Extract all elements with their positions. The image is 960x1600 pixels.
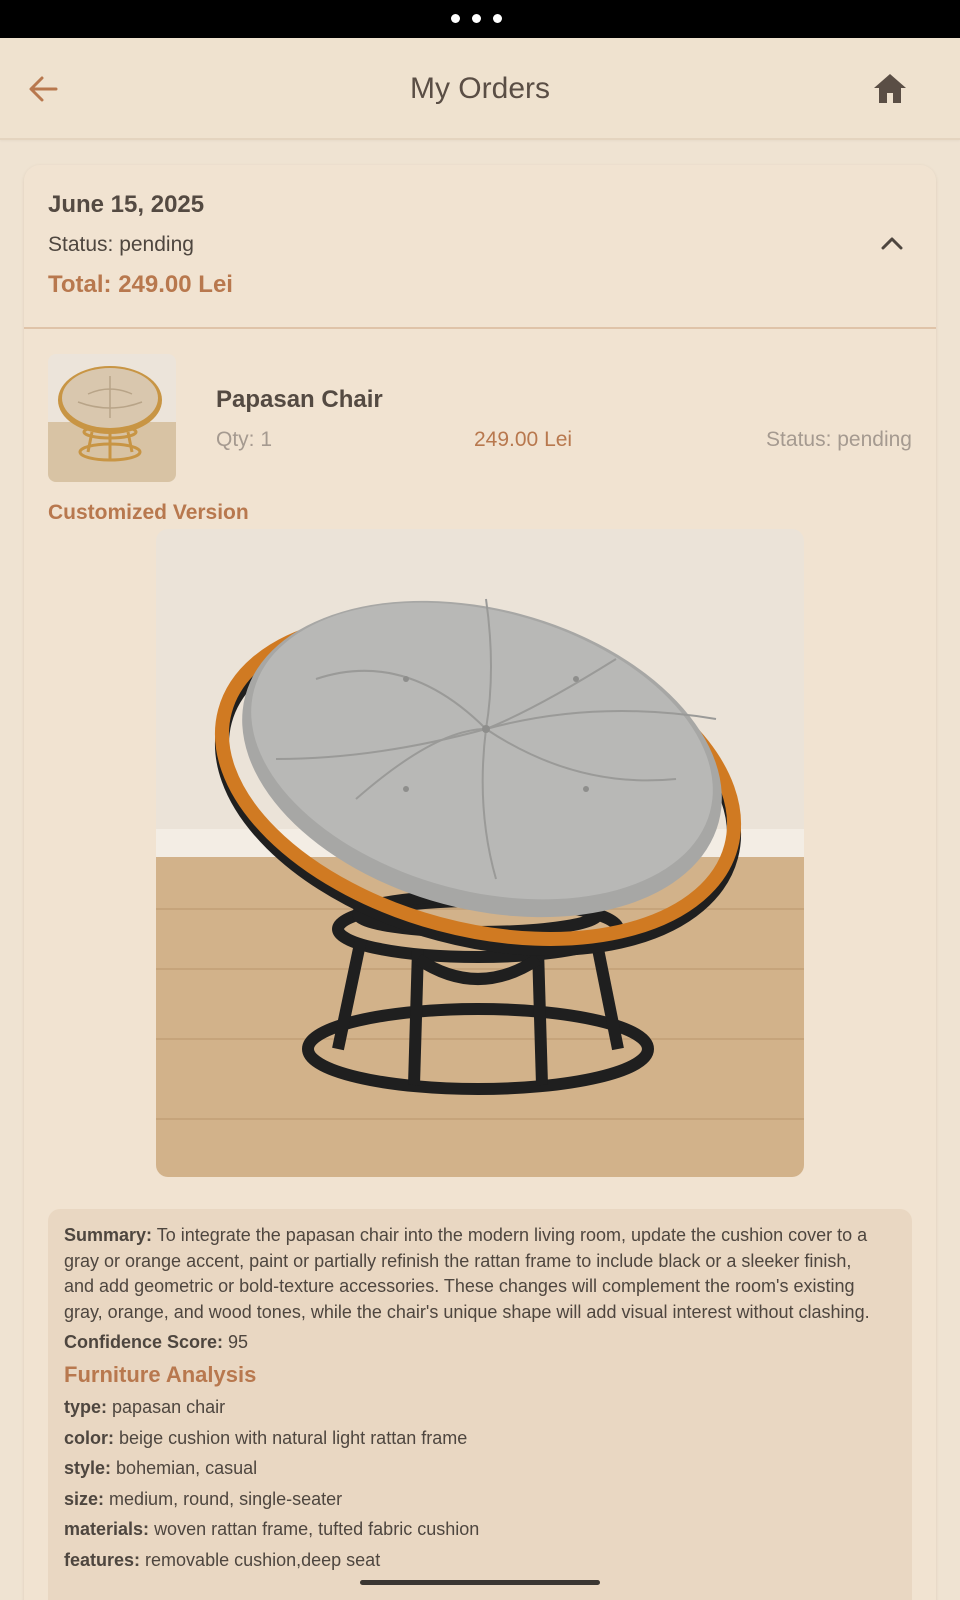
analysis-row-size: size: medium, round, single-seater	[64, 1487, 876, 1513]
item-price: 249.00 Lei	[474, 428, 573, 451]
analysis-value: woven rattan frame, tufted fabric cushio…	[154, 1519, 480, 1539]
order-card: June 15, 2025 Status: pending Total: 249…	[24, 165, 936, 1600]
item-thumbnail	[48, 354, 176, 482]
customized-chair-image[interactable]	[156, 529, 804, 1177]
summary-text: To integrate the papasan chair into the …	[64, 1225, 870, 1322]
analysis-key: style:	[64, 1458, 112, 1478]
confidence-value: 95	[228, 1332, 249, 1352]
order-date: June 15, 2025	[48, 191, 205, 218]
customized-version-label: Customized Version	[48, 501, 249, 524]
analysis-key: type:	[64, 1397, 108, 1417]
analysis-row-color: color: beige cushion with natural light …	[64, 1426, 876, 1452]
analysis-value: beige cushion with natural light rattan …	[119, 1427, 468, 1448]
analysis-row-type: type: papasan chair	[64, 1395, 876, 1421]
analysis-value: bohemian, casual	[116, 1458, 258, 1478]
collapse-button[interactable]	[880, 233, 904, 253]
analysis-key: materials:	[64, 1519, 150, 1539]
item-name: Papasan Chair	[216, 386, 383, 413]
analysis-key: color:	[64, 1427, 115, 1448]
page-title: My Orders	[409, 72, 550, 105]
furniture-analysis-title: Furniture Analysis	[64, 1361, 257, 1387]
home-button[interactable]	[872, 71, 908, 107]
app-bar: My Orders	[0, 38, 960, 140]
analysis-value: medium, round, single-seater	[109, 1488, 343, 1509]
analysis-row-materials: materials: woven rattan frame, tufted fa…	[64, 1517, 876, 1543]
confidence-label: Confidence Score:	[64, 1332, 224, 1352]
item-status: Status: pending	[766, 428, 912, 451]
summary-label: Summary:	[64, 1225, 153, 1245]
home-indicator[interactable]	[360, 1580, 600, 1585]
order-total: Total: 249.00 Lei	[48, 271, 233, 298]
analysis-key: features:	[64, 1549, 141, 1570]
home-icon	[874, 74, 906, 103]
confidence-row: Confidence Score: 95	[64, 1330, 876, 1356]
analysis-panel: Summary: To integrate the papasan chair …	[48, 1209, 912, 1600]
chevron-up-icon	[881, 237, 903, 250]
order-header[interactable]: June 15, 2025 Status: pending Total: 249…	[24, 165, 936, 329]
analysis-value: removable cushion,deep seat	[145, 1549, 381, 1570]
system-status-bar	[0, 0, 960, 38]
analysis-row-features: features: removable cushion,deep seat	[64, 1548, 876, 1574]
analysis-key: size:	[64, 1488, 105, 1509]
order-status: Status: pending	[48, 233, 194, 256]
camera-notch-dots	[451, 14, 502, 23]
analysis-row-style: style: bohemian, casual	[64, 1456, 876, 1482]
summary-paragraph: Summary: To integrate the papasan chair …	[64, 1223, 876, 1325]
order-item-row[interactable]: Papasan Chair Qty: 1 249.00 Lei Status: …	[48, 354, 912, 482]
analysis-value: papasan chair	[112, 1397, 226, 1417]
item-quantity: Qty: 1	[216, 428, 273, 451]
